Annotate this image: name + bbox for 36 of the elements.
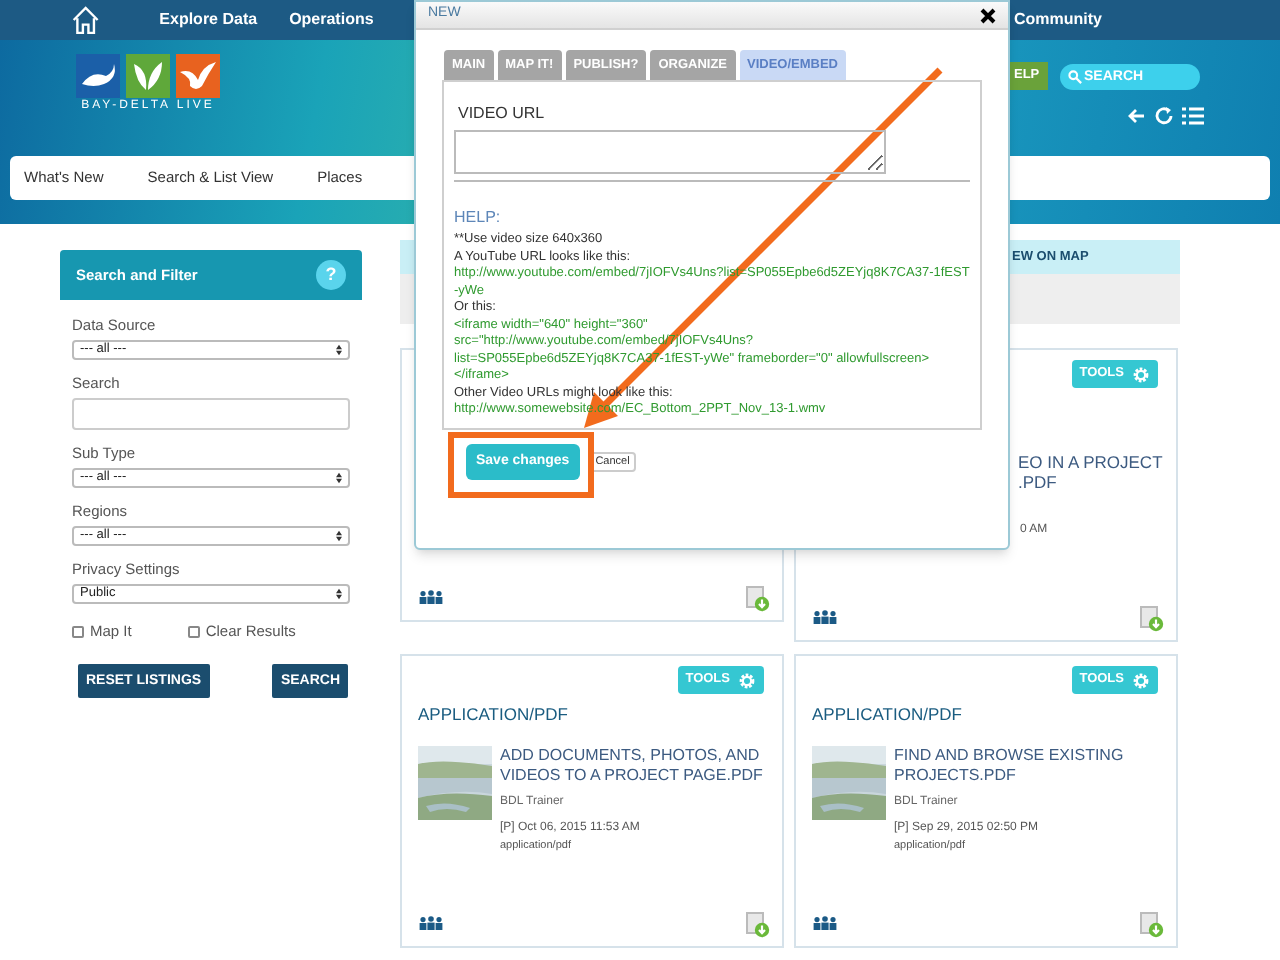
search-input[interactable]: [72, 398, 350, 430]
help-heading: HELP:: [454, 206, 503, 230]
sort-arrows-icon: [336, 530, 342, 542]
nav-link[interactable]: Operations: [289, 8, 374, 32]
people-icon[interactable]: [418, 590, 444, 604]
video-url-field[interactable]: [454, 130, 886, 174]
file-download-icon[interactable]: [746, 586, 770, 612]
search-icon: [1068, 69, 1082, 83]
card-type: APPLICATION/PDF: [812, 702, 964, 728]
card-title[interactable]: EO IN A PROJECT .PDF: [1018, 452, 1160, 492]
home-icon[interactable]: [70, 4, 102, 36]
nav-link[interactable]: Community: [1014, 8, 1102, 32]
logo-icon: [76, 54, 220, 98]
people-icon[interactable]: [812, 916, 838, 930]
close-icon[interactable]: [980, 7, 996, 23]
card-title[interactable]: FIND AND BROWSE EXISTING PROJECTS.PDF: [894, 745, 1160, 786]
card-title[interactable]: ADD DOCUMENTS, PHOTOS, AND VIDEOS TO A PROJECT PAGE.PDF: [500, 745, 766, 786]
file-download-icon[interactable]: [746, 912, 770, 938]
back-arrow-icon[interactable]: [1126, 106, 1146, 126]
gear-icon: [1132, 365, 1150, 383]
checkbox[interactable]: [187, 625, 200, 638]
people-icon[interactable]: [418, 916, 444, 930]
people-icon[interactable]: [812, 610, 838, 624]
sort-arrows-icon: [336, 588, 342, 600]
gear-icon: [738, 671, 756, 689]
sort-arrows-icon: [336, 344, 342, 356]
refresh-icon[interactable]: [1154, 106, 1174, 126]
file-download-icon[interactable]: [1140, 606, 1164, 632]
list-icon[interactable]: [1182, 106, 1204, 126]
file-download-icon[interactable]: [1140, 912, 1164, 938]
gear-icon: [1132, 671, 1150, 689]
checkbox[interactable]: [72, 625, 84, 638]
field-label: VIDEO URL: [458, 102, 547, 126]
nav-link[interactable]: Explore Data: [159, 8, 258, 32]
sort-arrows-icon: [336, 472, 342, 484]
card-type: APPLICATION/PDF: [418, 702, 570, 728]
